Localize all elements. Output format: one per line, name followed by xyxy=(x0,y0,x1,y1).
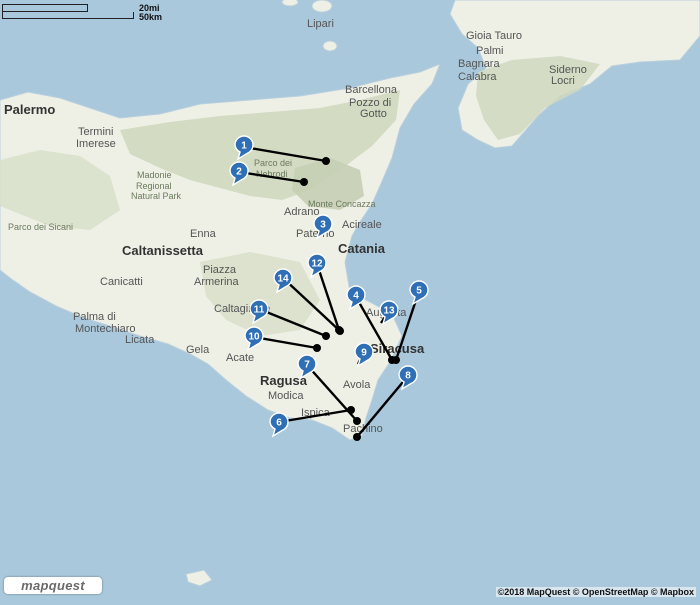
place-label: Armerina xyxy=(194,276,240,288)
place-label: Lipari xyxy=(307,18,334,30)
place-label: Piazza xyxy=(203,264,237,276)
stop-dot xyxy=(322,332,330,340)
stop-dot xyxy=(322,157,330,165)
marker-label: 9 xyxy=(361,348,367,359)
place-label: Bagnara xyxy=(458,58,500,70)
island-vulcano xyxy=(322,40,338,52)
place-label: Palermo xyxy=(4,102,55,117)
place-label: Acireale xyxy=(342,219,382,231)
place-label: Regional xyxy=(136,181,172,191)
marker-label: 13 xyxy=(383,306,395,317)
island-lipari xyxy=(311,0,333,13)
place-label: Termini xyxy=(78,126,113,138)
place-label: Avola xyxy=(343,379,371,391)
scale-bar-miles xyxy=(2,4,88,12)
place-label: Caltanissetta xyxy=(122,243,204,258)
marker-label: 2 xyxy=(236,167,242,178)
place-label: Canicatti xyxy=(100,276,143,288)
marker-label: 7 xyxy=(304,360,310,371)
map-attribution[interactable]: ©2018 MapQuest © OpenStreetMap © Mapbox xyxy=(495,587,696,597)
scale-bar: 20mi 50km xyxy=(2,2,172,22)
stop-dot xyxy=(392,356,400,364)
marker-label: 3 xyxy=(320,220,326,231)
marker-label: 10 xyxy=(248,332,260,343)
place-label: Madonie xyxy=(137,170,172,180)
place-label: Barcellona xyxy=(345,84,398,96)
stop-dot xyxy=(336,327,344,335)
place-label: Gotto xyxy=(360,108,387,120)
mapquest-logo[interactable]: mapquest xyxy=(4,577,102,594)
place-label: Monte Concazza xyxy=(308,199,376,209)
place-label: Palma di xyxy=(73,311,116,323)
stop-dot xyxy=(313,344,321,352)
place-label: Licata xyxy=(125,334,155,346)
place-label: Acate xyxy=(226,352,254,364)
place-label: Calabra xyxy=(458,71,497,83)
map-canvas[interactable]: LipariGioia TauroPalmiBagnaraCalabraSide… xyxy=(0,0,700,600)
place-label: Modica xyxy=(268,390,304,402)
stop-dot xyxy=(300,178,308,186)
scale-bar-km xyxy=(2,12,134,19)
marker-label: 4 xyxy=(353,291,359,302)
stop-dot xyxy=(353,433,361,441)
marker-label: 11 xyxy=(254,305,265,316)
stop-dot xyxy=(353,417,361,425)
place-label: Palmi xyxy=(476,45,504,57)
place-label: Enna xyxy=(190,228,217,240)
stop-dot xyxy=(347,406,355,414)
place-label: Locri xyxy=(551,75,575,87)
place-label: Parco dei xyxy=(254,158,292,168)
place-label: Parco dei Sicani xyxy=(8,222,73,232)
marker-label: 14 xyxy=(277,274,289,285)
place-label: Natural Park xyxy=(131,191,182,201)
marker-label: 5 xyxy=(416,286,422,297)
map-view[interactable]: Lipari Gioia Tauro Palmi Bagnara Calabra Side… xyxy=(0,0,700,600)
island-salina xyxy=(281,0,299,7)
scale-km-label: 50km xyxy=(139,12,163,22)
marker-label: 1 xyxy=(241,141,247,152)
place-label: Gioia Tauro xyxy=(466,30,522,42)
place-label: Imerese xyxy=(76,138,116,150)
place-label: Catania xyxy=(338,241,386,256)
marker-label: 8 xyxy=(405,371,411,382)
place-label: Ragusa xyxy=(260,373,308,388)
marker-label: 12 xyxy=(311,259,323,270)
marker-label: 6 xyxy=(276,418,282,429)
place-label: Gela xyxy=(186,344,210,356)
